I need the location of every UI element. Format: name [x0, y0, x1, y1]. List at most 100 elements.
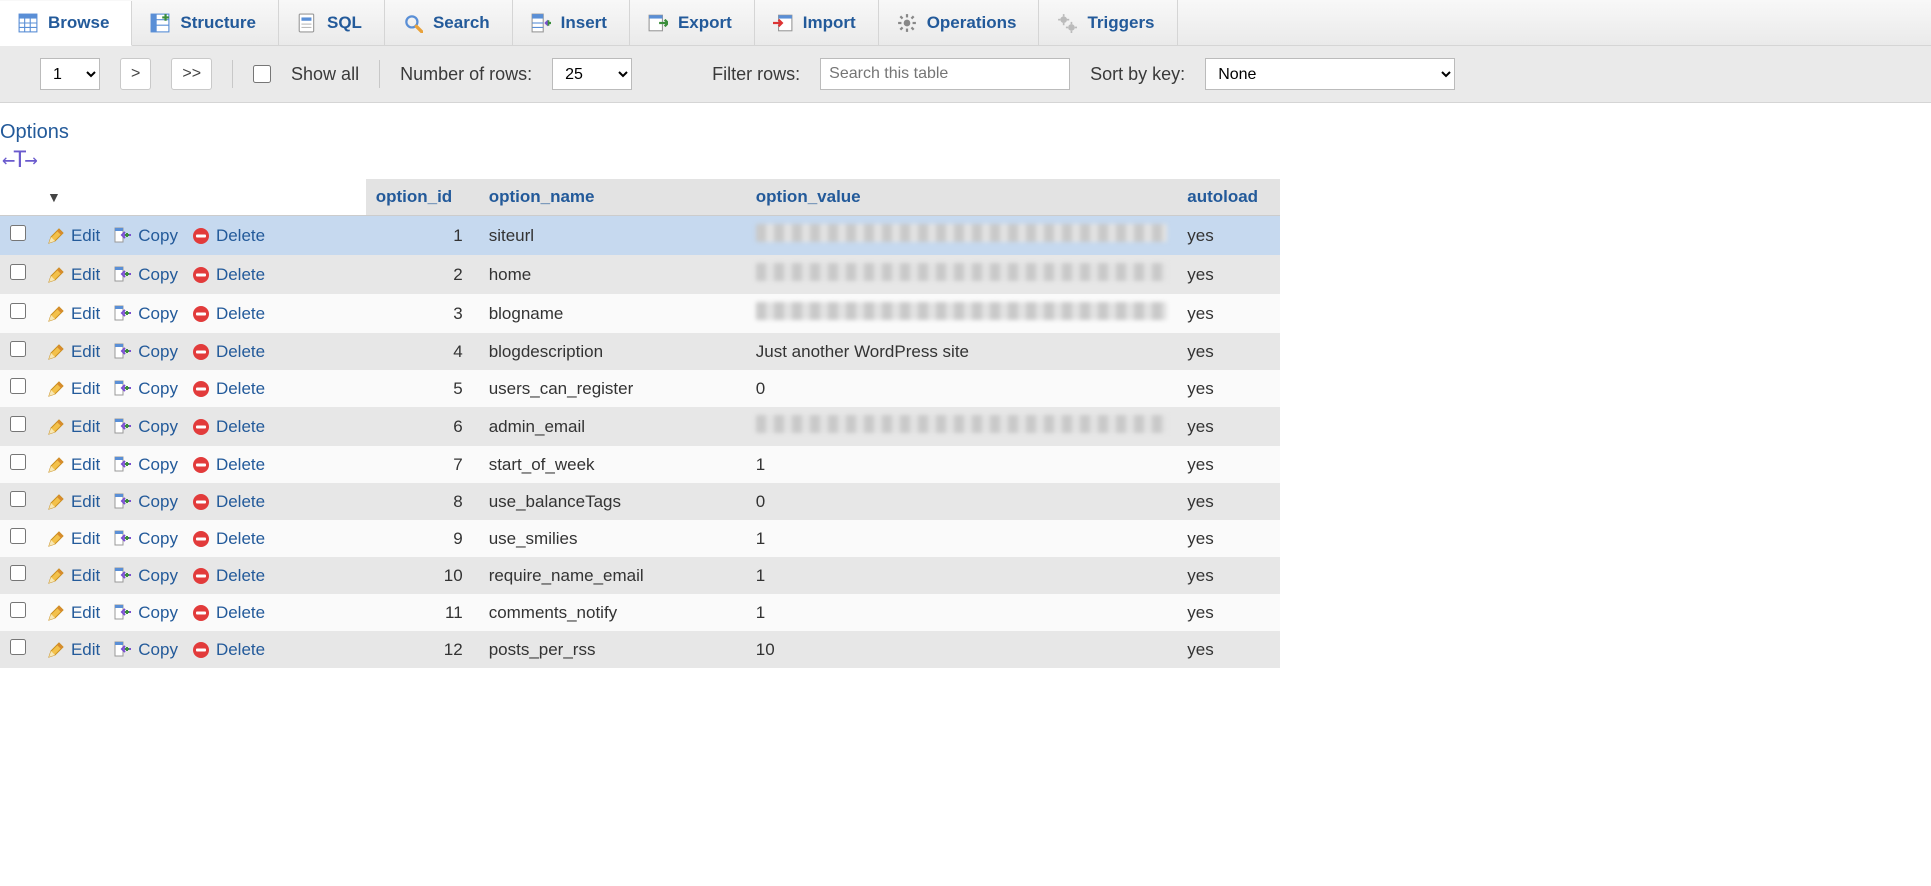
redacted-value: [756, 415, 1167, 433]
num-rows-select[interactable]: 25: [552, 58, 632, 90]
copy-icon: [114, 266, 132, 284]
page-next-button[interactable]: >: [120, 58, 151, 90]
column-option-id[interactable]: option_id: [366, 179, 479, 216]
delete-link[interactable]: Delete: [192, 304, 265, 324]
table-row: EditCopyDelete3blognameyes: [0, 294, 1280, 333]
page-last-button[interactable]: >>: [171, 58, 212, 90]
copy-link[interactable]: Copy: [114, 226, 178, 246]
copy-link[interactable]: Copy: [114, 566, 178, 586]
delete-icon: [192, 567, 210, 585]
copy-label: Copy: [138, 640, 178, 660]
copy-link[interactable]: Copy: [114, 603, 178, 623]
tab-label: SQL: [327, 13, 362, 33]
edit-link[interactable]: Edit: [47, 603, 100, 623]
cell-option-id: 8: [453, 492, 462, 511]
pencil-icon: [47, 456, 65, 474]
delete-link[interactable]: Delete: [192, 529, 265, 549]
delete-link[interactable]: Delete: [192, 603, 265, 623]
options-link[interactable]: Options: [0, 103, 1931, 148]
edit-link[interactable]: Edit: [47, 342, 100, 362]
tab-label: Insert: [561, 13, 607, 33]
show-all-checkbox[interactable]: [253, 65, 271, 83]
copy-link[interactable]: Copy: [114, 417, 178, 437]
copy-icon: [114, 456, 132, 474]
copy-link[interactable]: Copy: [114, 265, 178, 285]
copy-icon: [114, 641, 132, 659]
sort-by-key-select[interactable]: None: [1205, 58, 1455, 90]
cell-option-value: 0: [756, 379, 765, 398]
pencil-icon: [47, 418, 65, 436]
cell-option-value: 1: [756, 455, 765, 474]
row-checkbox[interactable]: [10, 378, 26, 394]
widen-columns-icon[interactable]: ←T→: [0, 148, 36, 179]
row-checkbox[interactable]: [10, 225, 26, 241]
filter-rows-input[interactable]: [820, 58, 1070, 90]
delete-link[interactable]: Delete: [192, 640, 265, 660]
copy-link[interactable]: Copy: [114, 529, 178, 549]
row-checkbox[interactable]: [10, 341, 26, 357]
sort-caret-icon[interactable]: ▼: [47, 189, 61, 205]
copy-label: Copy: [138, 379, 178, 399]
copy-link[interactable]: Copy: [114, 492, 178, 512]
delete-link[interactable]: Delete: [192, 492, 265, 512]
row-checkbox[interactable]: [10, 528, 26, 544]
delete-link[interactable]: Delete: [192, 226, 265, 246]
row-checkbox[interactable]: [10, 454, 26, 470]
edit-link[interactable]: Edit: [47, 566, 100, 586]
cell-option-id: 9: [453, 529, 462, 548]
cell-autoload: yes: [1187, 265, 1213, 284]
results-table: ▼ option_id option_name option_value aut…: [0, 179, 1280, 668]
delete-link[interactable]: Delete: [192, 455, 265, 475]
cell-autoload: yes: [1187, 603, 1213, 622]
copy-label: Copy: [138, 492, 178, 512]
row-checkbox[interactable]: [10, 565, 26, 581]
copy-link[interactable]: Copy: [114, 640, 178, 660]
cell-option-name: start_of_week: [489, 455, 595, 474]
edit-link[interactable]: Edit: [47, 379, 100, 399]
copy-link[interactable]: Copy: [114, 455, 178, 475]
delete-link[interactable]: Delete: [192, 342, 265, 362]
copy-link[interactable]: Copy: [114, 304, 178, 324]
row-checkbox[interactable]: [10, 602, 26, 618]
edit-link[interactable]: Edit: [47, 529, 100, 549]
delete-link[interactable]: Delete: [192, 379, 265, 399]
column-option-value[interactable]: option_value: [746, 179, 1177, 216]
edit-link[interactable]: Edit: [47, 226, 100, 246]
edit-link[interactable]: Edit: [47, 455, 100, 475]
edit-link[interactable]: Edit: [47, 265, 100, 285]
tab-insert[interactable]: Insert: [513, 0, 630, 45]
cell-option-name: require_name_email: [489, 566, 644, 585]
column-autoload[interactable]: autoload: [1177, 179, 1280, 216]
column-checkbox: [0, 179, 37, 216]
tab-label: Import: [803, 13, 856, 33]
row-checkbox[interactable]: [10, 639, 26, 655]
delete-link[interactable]: Delete: [192, 265, 265, 285]
edit-link[interactable]: Edit: [47, 640, 100, 660]
tab-export[interactable]: Export: [630, 0, 755, 45]
tab-search[interactable]: Search: [385, 0, 513, 45]
edit-link[interactable]: Edit: [47, 492, 100, 512]
tab-triggers[interactable]: Triggers: [1039, 0, 1177, 45]
cell-autoload: yes: [1187, 304, 1213, 323]
delete-icon: [192, 530, 210, 548]
cell-option-name: home: [489, 265, 532, 284]
column-option-name[interactable]: option_name: [479, 179, 746, 216]
delete-link[interactable]: Delete: [192, 566, 265, 586]
row-checkbox[interactable]: [10, 491, 26, 507]
edit-link[interactable]: Edit: [47, 304, 100, 324]
copy-label: Copy: [138, 226, 178, 246]
copy-link[interactable]: Copy: [114, 342, 178, 362]
tab-import[interactable]: Import: [755, 0, 879, 45]
row-checkbox[interactable]: [10, 416, 26, 432]
row-checkbox[interactable]: [10, 303, 26, 319]
tab-sql[interactable]: SQL: [279, 0, 385, 45]
copy-icon: [114, 530, 132, 548]
tab-browse[interactable]: Browse: [0, 1, 132, 46]
copy-link[interactable]: Copy: [114, 379, 178, 399]
delete-link[interactable]: Delete: [192, 417, 265, 437]
page-select[interactable]: 1: [40, 58, 100, 90]
tab-operations[interactable]: Operations: [879, 0, 1040, 45]
tab-structure[interactable]: Structure: [132, 0, 279, 45]
row-checkbox[interactable]: [10, 264, 26, 280]
edit-link[interactable]: Edit: [47, 417, 100, 437]
